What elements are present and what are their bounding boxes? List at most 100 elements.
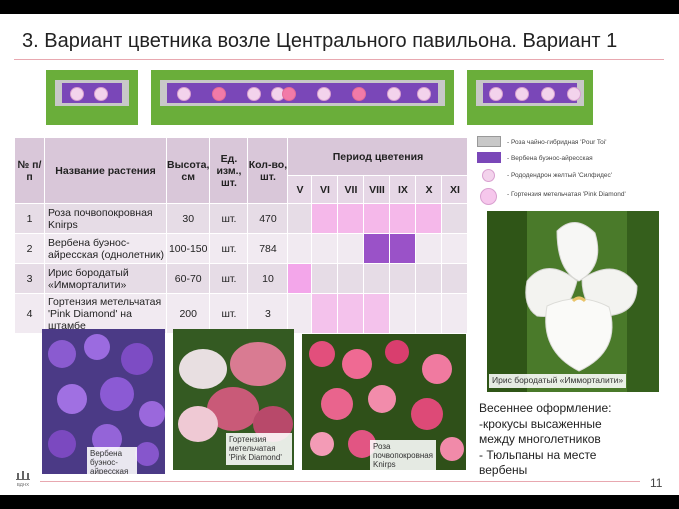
bloom-bar [288, 264, 312, 293]
rose-strip [55, 80, 129, 106]
name-line: айресская (однолетник) [48, 248, 164, 261]
bloom-cell [441, 203, 469, 234]
spring-line: Весеннее оформление: [479, 401, 612, 415]
legend-text: - Вербена буэнос-айресская [507, 155, 593, 162]
bloom-cell [415, 263, 443, 294]
rose-strip [476, 80, 584, 106]
planting-table: № п/п Название растения Высота, см Ед. и… [14, 137, 469, 334]
hydrangea-photo: Гортензия метельчатая 'Pink Diamond' [173, 329, 294, 470]
bloom-bar [338, 204, 364, 233]
rhododendron-dot [177, 87, 191, 101]
month-header: VIII [363, 175, 391, 204]
month-header: VII [337, 175, 365, 204]
rhododendron-dot [489, 87, 503, 101]
header-unit: Ед. изм., шт. [209, 137, 249, 204]
name-line: 'Pink Diamond' на штамбе [48, 307, 132, 332]
row-num: 1 [14, 203, 45, 234]
legend-text: - Гортензия метельчатая 'Pink Diamond' [507, 191, 626, 198]
verbena-photo: Вербена буэнос-айресская [42, 329, 165, 474]
row-name: Роза почвопокровная Knirps [44, 203, 167, 234]
bloom-bar [338, 294, 364, 333]
header-name: Название растения [44, 137, 167, 204]
legend-swatch-rose [477, 136, 501, 147]
table-row: 3 Ирис бородатый «Имморталити» 60-70 шт. … [14, 263, 469, 294]
legend-swatch-hydrangea [480, 188, 497, 205]
logo-text: ВДНХ [17, 482, 29, 487]
row-qty: 3 [247, 293, 289, 334]
vdnkh-logo: ВДНХ [14, 469, 32, 489]
table-row: 1 Роза почвопокровная Knirps 30 шт. 470 [14, 203, 469, 234]
bloom-bar [312, 294, 338, 333]
bloom-cell [363, 233, 391, 264]
legend-text: - Роза чайно-гибридная 'Pour Toi' [507, 139, 607, 146]
month-header: XI [441, 175, 469, 204]
bloom-cell [441, 233, 469, 264]
hydrangea-dot [282, 87, 296, 101]
legend-text: - Рододендрон желтый 'Силфидес' [507, 172, 613, 179]
rhododendron-dot [567, 87, 581, 101]
bloom-cell [389, 233, 417, 264]
bloom-cell [337, 263, 365, 294]
row-num: 2 [14, 233, 45, 264]
name-line: Ирис бородатый [48, 266, 129, 279]
bloom-cell [311, 233, 339, 264]
iris-image [487, 211, 659, 392]
hydrangea-dot [352, 87, 366, 101]
rhododendron-dot [94, 87, 108, 101]
page-title: 3. Вариант цветника возле Центрального п… [22, 30, 618, 52]
row-height: 60-70 [165, 263, 211, 294]
bloom-bar [390, 204, 416, 233]
bloom-cell [415, 203, 443, 234]
row-name: Вербена буэнос-айресская (однолетник) [44, 233, 167, 264]
row-name: Ирис бородатый «Имморталити» [44, 263, 167, 294]
name-line: Гортензия метельчатая [48, 295, 162, 308]
rose-strip [160, 80, 445, 106]
bloom-cell [389, 203, 417, 234]
spring-line: вербены [479, 463, 528, 478]
row-unit: шт. [209, 233, 249, 264]
legend-swatch-rhododendron [482, 169, 495, 182]
row-num: 3 [14, 263, 45, 294]
bloom-cell [311, 203, 339, 234]
header-num: № п/п [14, 137, 45, 204]
bloom-cell [311, 263, 339, 294]
row-height: 200 [165, 293, 211, 334]
bloom-cell [287, 263, 313, 294]
row-qty: 470 [247, 203, 289, 234]
table-row: 4 Гортензия метельчатая 'Pink Diamond' на… [14, 293, 469, 334]
bloom-cell [363, 203, 391, 234]
name-line: Вербена буэнос- [48, 236, 130, 249]
bloom-cell [311, 293, 339, 334]
rhododendron-dot [417, 87, 431, 101]
table-row: 2 Вербена буэнос-айресская (однолетник) … [14, 233, 469, 264]
rhododendron-dot [515, 87, 529, 101]
bloom-bar [312, 204, 338, 233]
rhododendron-dot [317, 87, 331, 101]
hydrangea-dot [212, 87, 226, 101]
bloom-bar [364, 234, 390, 263]
row-unit: шт. [209, 293, 249, 334]
row-height: 100-150 [165, 233, 211, 264]
verbena-strip [483, 83, 581, 103]
spring-line: -крокусы высаженные [479, 416, 602, 431]
flowerbed-scheme-left [46, 70, 138, 125]
rose-photo: Роза почвопокровная Knirps [302, 334, 466, 470]
row-unit: шт. [209, 263, 249, 294]
verbena-strip [62, 83, 122, 103]
bloom-cell [415, 233, 443, 264]
header-height: Высота, см [165, 137, 211, 204]
rhododendron-dot [387, 87, 401, 101]
bloom-bar [416, 204, 442, 233]
bloom-cell [389, 263, 417, 294]
title-divider [14, 59, 664, 60]
spring-line: между многолетников [479, 432, 601, 447]
slide: 3. Вариант цветника возле Центрального п… [0, 14, 679, 495]
bloom-bar [390, 234, 416, 263]
hydrangea-caption: Гортензия метельчатая 'Pink Diamond' [226, 433, 292, 465]
iris-photo: Ирис бородатый «Имморталити» [487, 211, 659, 392]
bloom-cell [441, 263, 469, 294]
name-line: Роза почвопокровная [48, 206, 153, 219]
page-number: 11 [650, 476, 663, 490]
bloom-cell [287, 293, 313, 334]
bloom-cell [415, 293, 443, 334]
